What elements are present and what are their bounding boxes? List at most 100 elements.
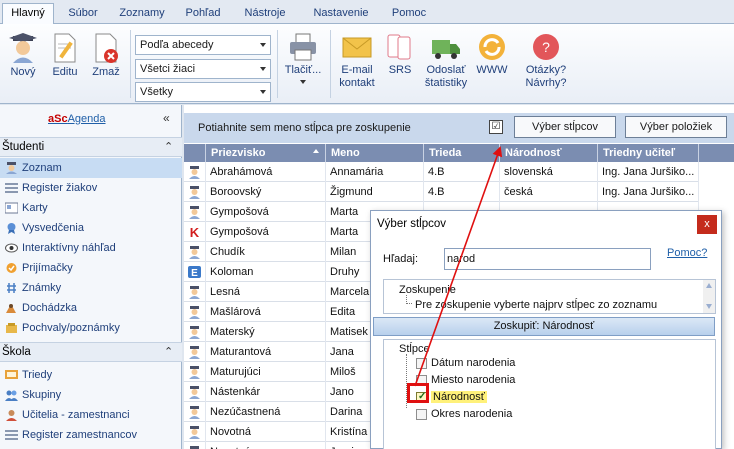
column-header-triedny-ucitel[interactable]: Triedny učiteľ [598,144,699,162]
column-header-meno[interactable]: Meno [326,144,424,162]
sidebar-item-karty[interactable]: Karty [0,198,182,218]
column-header-priezvisko[interactable]: Priezvisko [206,144,326,162]
svg-text:E: E [191,268,198,279]
email-label-1: E-mail [341,64,373,76]
sidebar-item-ucitelia[interactable]: Učitelia - zamestnanci [0,405,182,425]
column-header-label: Priezvisko [211,147,266,159]
new-button[interactable]: Nový [6,32,40,79]
row-icon-cell [184,362,206,382]
ribbon-tab-bar: Hlavný Súbor Zoznamy Pohľad Nástroje Nas… [0,0,734,25]
sidebar-item-znamky[interactable]: Známky [0,278,182,298]
attendance-icon [6,304,16,313]
collapse-sidebar-icon[interactable]: « [163,111,170,125]
tab-zoznamy[interactable]: Zoznamy [112,4,172,24]
section-school-header[interactable]: Škola ⌃ [0,342,182,362]
column-chooser-button[interactable]: Výber stĺpcov [514,116,616,138]
brand-name: Agenda [67,113,106,125]
www-button[interactable]: WWW [474,32,510,77]
student-icon [189,366,200,379]
sidebar-item-label: Karty [22,202,48,214]
student-icon [189,326,200,339]
table-row[interactable]: Boroovský Žigmund 4.B česká Ing. Jana Juršik… [184,182,699,202]
list-icon [5,430,18,440]
search-input[interactable] [444,248,651,270]
grouping-scrollbar[interactable] [703,280,715,313]
row-icon-cell [184,302,206,322]
sidebar-item-dochadzka[interactable]: Dochádzka [0,298,182,318]
cell-name: Žigmund [326,182,424,202]
group-toggle-checkbox[interactable]: ☑ [489,120,503,134]
sidebar-item-vysvedcenia[interactable]: Vysvedčenia [0,218,182,238]
svg-text:?: ? [542,39,550,55]
print-button[interactable]: Tlačiť... [283,32,323,84]
sidebar-item-triedy[interactable]: Triedy [0,365,182,385]
student-icon [189,406,200,419]
sidebar-item-zoznam[interactable]: Zoznam [0,158,182,178]
sidebar-item-label: Skupiny [22,389,62,401]
delete-button[interactable]: Zmaž [88,32,124,79]
send-stats-button[interactable]: Odoslať štatistiky [423,32,469,90]
column-checkbox[interactable] [416,409,427,420]
all-filter-value: Všetky [140,86,174,98]
row-icon-cell [184,242,206,262]
tab-nastavenie[interactable]: Nastavenie [302,4,380,24]
cell-surname: Abrahámová [206,162,326,182]
sidebar-item-skupiny[interactable]: Skupiny [0,385,182,405]
e-badge-icon: E [188,266,201,279]
column-header-trieda[interactable]: Trieda [424,144,500,162]
sidebar-item-register-ziakov[interactable]: Register žiakov [0,178,182,198]
row-icon-cell [184,182,206,202]
group-by-nationality-button[interactable]: Zoskupiť: Národnosť [373,317,715,336]
tab-subor[interactable]: Súbor [58,4,108,24]
chevron-up-icon: ⌃ [164,346,174,358]
scroll-down-icon[interactable] [706,304,712,309]
ribbon-separator [130,30,131,98]
srs-button[interactable]: SRS [385,32,415,77]
cell-surname: Nástenkár [206,382,326,402]
sidebar-item-pochvaly[interactable]: Pochvaly/poznámky [0,318,182,338]
section-students-header[interactable]: Študenti ⌃ [0,137,182,157]
help-link[interactable]: Pomoc? [667,247,707,259]
tab-hlavny[interactable]: Hlavný [2,3,54,25]
students-filter-combo[interactable]: Všetci žiaci [135,59,271,79]
sidebar-item-register-zamestnancov[interactable]: Register zamestnancov [0,425,182,445]
item-chooser-button[interactable]: Výber položiek [625,116,727,138]
column-header-narodnost[interactable]: Národnosť [500,144,598,162]
sidebar-item-label: Zoznam [22,162,62,174]
sidebar-item-label: Register žiakov [22,182,98,194]
group-by-bar[interactable]: Potiahnite sem meno stĺpca pre zoskupeni… [184,113,734,143]
scroll-up-icon[interactable] [706,283,712,288]
tab-pohlad[interactable]: Pohľad [176,4,230,24]
close-icon[interactable]: x [697,215,717,234]
chevron-down-icon [260,67,266,71]
edit-button[interactable]: Editu [48,32,82,79]
cell-surname: Maturantová [206,342,326,362]
k-badge-icon: K [190,225,200,239]
sidebar-item-label: Interaktívny náhľad [22,242,116,254]
section-school-label: Škola [2,346,31,358]
classroom-icon [5,370,18,379]
all-filter-combo[interactable]: Všetky [135,82,271,102]
sidebar: aScAgenda « Študenti ⌃ Zoznam Register ž… [0,105,182,449]
row-icon-cell: E [184,262,206,282]
column-header-label: Triedny učiteľ [603,147,676,159]
asc-agenda-link[interactable]: aScAgenda [48,113,106,125]
student-icon [189,246,200,259]
questions-button[interactable]: ? Otázky? Návrhy? [521,32,571,90]
email-contact-button[interactable]: E-mail kontakt [337,32,377,90]
column-option-label: Miesto narodenia [431,374,516,386]
printer-icon [290,33,316,61]
tab-pomoc[interactable]: Pomoc [386,4,432,24]
table-row[interactable]: Abrahámová Annamária 4.B slovenská Ing. Jana… [184,162,699,182]
grouping-hint: Pre zoskupenie vyberte najprv stĺpec zo … [415,299,658,311]
student-icon [189,286,200,299]
column-checkbox[interactable] [416,358,427,369]
dialog-title-bar[interactable]: Výber stĺpcov x [371,211,721,239]
ribbon: Nový Editu Zmaž Podľa abecedy Všetci žia… [0,24,734,104]
sidebar-item-label: Prijímačky [22,262,73,274]
sidebar-item-prijimacky[interactable]: Prijímačky [0,258,182,278]
tab-nastroje[interactable]: Nástroje [234,4,296,24]
sidebar-item-interaktivny-nahlad[interactable]: Interaktívny náhľad [0,238,182,258]
sort-combo[interactable]: Podľa abecedy [135,35,271,55]
columns-root: Stĺpce [399,343,430,355]
